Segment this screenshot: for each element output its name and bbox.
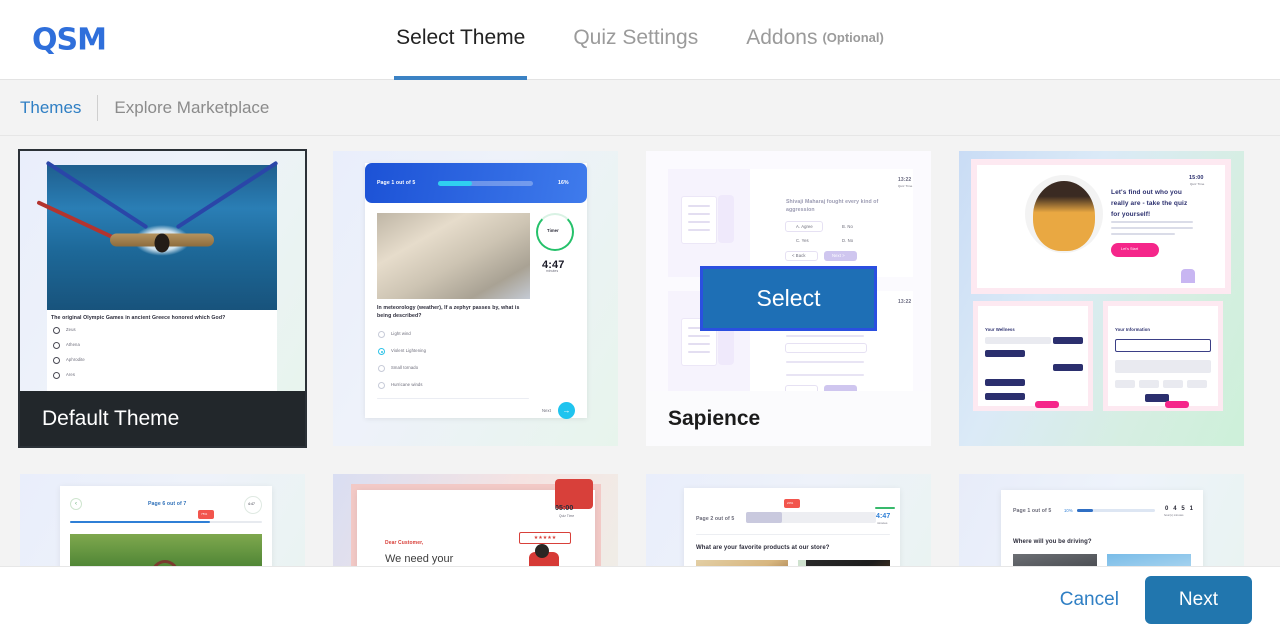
subnav-item-themes[interactable]: Themes (20, 98, 97, 118)
preview-option: Hurricane winds (391, 382, 423, 387)
theme-card-2[interactable]: Page 1 out of 5 16% Timer 4:47 minutes I… (333, 151, 618, 446)
preview-panel-title: Your Wellness (985, 327, 1015, 332)
theme-card-4[interactable]: Let's find out who you really are - take… (959, 151, 1244, 446)
wizard-footer: Cancel Next (0, 566, 1280, 632)
preview-timer-units: minutes (546, 269, 559, 273)
preview-timer-label: Timer (547, 228, 559, 233)
tab-select-theme[interactable]: Select Theme (394, 0, 528, 80)
preview-option: Ares (66, 372, 76, 377)
theme-grid-area: The original Olympic Games in ancient Gr… (0, 136, 1280, 632)
preview-headline: Let's find out who you really are - take… (1111, 189, 1188, 219)
preview-progress-percent: 20% (787, 501, 794, 505)
preview-option-selected: Violent Lightening (391, 348, 427, 353)
preview-option: Aphrodite (66, 357, 85, 362)
preview-timer-digits: 0 4 5 1 (1165, 506, 1195, 512)
theme-preview-2: Page 1 out of 5 16% Timer 4:47 minutes I… (333, 151, 618, 446)
subnav-item-explore-marketplace[interactable]: Explore Marketplace (98, 98, 285, 118)
preview-option: Zeus (66, 327, 76, 332)
theme-card-title: Default Theme (42, 406, 180, 430)
preview-page-label: Page 2 out of 5 (696, 516, 735, 522)
app-header: QSM Select Theme Quiz Settings Addons (O… (0, 0, 1280, 80)
preview-progress-percent: 75% (201, 512, 208, 516)
preview-question: Where will you be driving? (1013, 539, 1092, 545)
preview-book-image (377, 213, 530, 299)
theme-card-title-bar: Default Theme (20, 391, 305, 446)
theme-card-sapience[interactable]: 13:22 Quiz Time Shivaji Maharaj fought e… (646, 151, 931, 446)
preview-progress-percent: 10% (1064, 508, 1073, 513)
preview-next-label: Next (542, 408, 552, 413)
preview-option: Small tornado (391, 365, 419, 370)
preview-page-label: Page 1 out of 5 (1013, 508, 1052, 514)
cancel-button[interactable]: Cancel (1060, 589, 1119, 611)
qsm-logo: QSM (32, 22, 107, 57)
theme-preview-4: Let's find out who you really are - take… (959, 151, 1244, 446)
tab-quiz-settings-label: Quiz Settings (573, 25, 699, 49)
preview-greeting: Dear Customer, (385, 540, 424, 546)
preview-swimmer-image (36, 160, 279, 310)
sub-navigation: Themes Explore Marketplace (0, 80, 1280, 136)
preview-clock: 05:00 (555, 505, 574, 512)
preview-question: In meteorology (weather), If a zephyr pa… (377, 305, 520, 319)
preview-timer-units: minutes (877, 521, 888, 525)
theme-card-default-theme[interactable]: The original Olympic Games in ancient Gr… (18, 149, 307, 448)
preview-question: The original Olympic Games in ancient Gr… (51, 315, 226, 321)
tab-select-theme-label: Select Theme (396, 25, 526, 49)
preview-page-label: Page 6 out of 7 (148, 501, 187, 507)
theme-grid: The original Olympic Games in ancient Gr… (18, 149, 1260, 632)
preview-question: What are your favorite products at our s… (696, 545, 830, 551)
preview-clock-caption: Quiz Time (559, 514, 575, 518)
preview-next-arrow-icon: → (558, 402, 575, 419)
preview-page-label: Page 1 out of 5 (377, 180, 416, 186)
theme-select-overlay: Select (646, 151, 931, 446)
select-theme-button[interactable]: Select (699, 266, 878, 331)
tab-addons-optional-badge: (Optional) (822, 30, 884, 45)
preview-cta-label: Let's Start (1121, 247, 1139, 251)
preview-progress-percent: 16% (558, 180, 569, 186)
preview-back-icon: ‹ (70, 498, 82, 510)
preview-clock: 15:00 (1189, 175, 1204, 181)
tab-quiz-settings[interactable]: Quiz Settings (571, 0, 700, 80)
preview-clock-caption: Quiz Time (1190, 182, 1205, 186)
tab-addons[interactable]: Addons (Optional) (744, 0, 886, 80)
preview-panel-title: Your Information (1115, 327, 1151, 332)
preview-rating-stars: ★★★★★ (519, 532, 571, 544)
preview-option: Athena (66, 342, 80, 347)
primary-tabs: Select Theme Quiz Settings Addons (Optio… (394, 0, 886, 80)
next-button[interactable]: Next (1144, 575, 1252, 624)
preview-timer-value: 4:47 (248, 502, 255, 506)
tab-addons-label: Addons (746, 25, 818, 49)
preview-option: Light wind (391, 331, 411, 336)
preview-timer-caption: hour(s) minutes (1164, 514, 1184, 517)
